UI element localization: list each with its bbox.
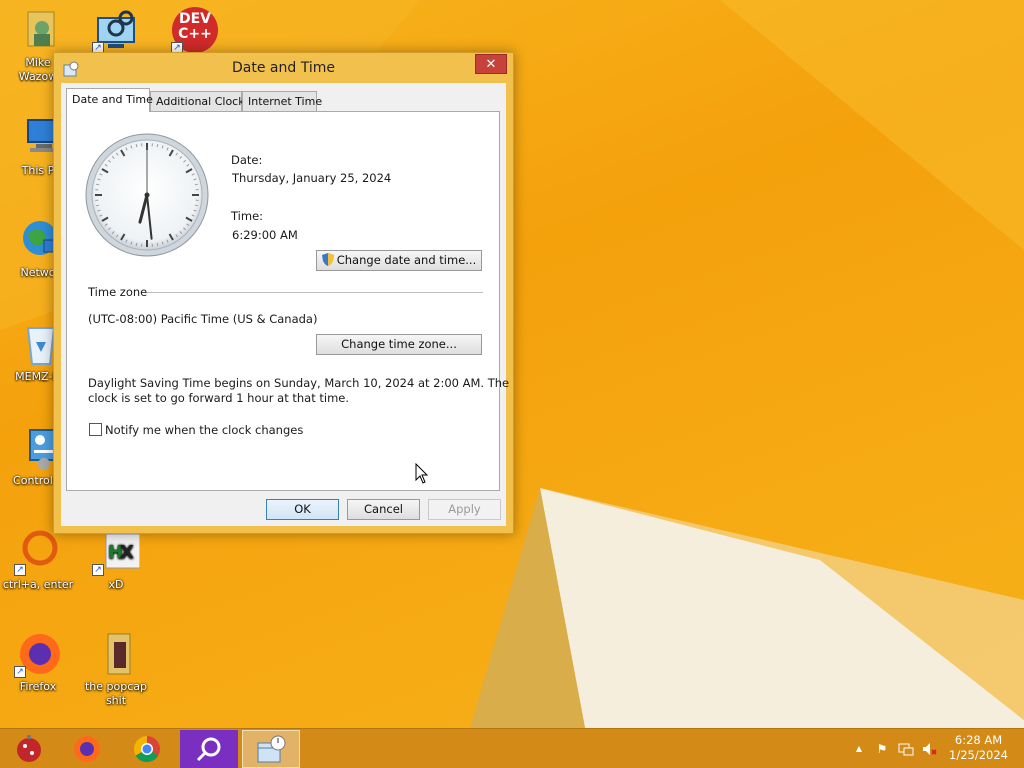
desktop-icon-xd[interactable]: HX ↗ xD: [76, 528, 156, 592]
taskbar-button-datetime[interactable]: [242, 730, 300, 768]
ring-shortcut-icon: ↗: [14, 528, 62, 576]
dialog-title: Date and Time: [232, 60, 335, 76]
change-date-time-label: Change date and time...: [336, 253, 477, 267]
desktop-icon-settings-computer[interactable]: ↗: [76, 6, 156, 56]
clock-minute-tick: [96, 183, 100, 186]
date-label: Date:: [231, 153, 263, 167]
dst-notice-line-2: clock is set to go forward 1 hour at tha…: [88, 391, 350, 405]
dst-notice-line-1: Daylight Saving Time begins on Sunday, M…: [88, 376, 510, 390]
ok-button[interactable]: OK: [266, 499, 339, 520]
taskbar-clock[interactable]: 6:28 AM 1/25/2024: [949, 733, 1008, 763]
analog-clock: [85, 133, 209, 257]
uac-shield-icon: [321, 253, 334, 266]
shortcut-arrow-icon: ↗: [14, 666, 26, 678]
taskbar: ▲ ⚑ 6:28 AM 1/25/2024: [0, 728, 1024, 768]
time-value: 6:29:00 AM: [232, 228, 298, 242]
apply-button[interactable]: Apply: [428, 499, 501, 520]
svg-text:X: X: [120, 542, 134, 563]
change-date-time-button[interactable]: Change date and time...: [316, 250, 482, 271]
clock-minute-tick: [156, 242, 159, 246]
clock-minute-tick: [96, 204, 100, 207]
shortcut-arrow-icon: ↗: [14, 564, 26, 576]
desktop-icon-devcpp[interactable]: DEV C++ ↗: [155, 6, 235, 56]
dialog-body: Date and Time Additional Clocks Internet…: [61, 83, 509, 526]
clock-minute-tick: [194, 204, 198, 207]
clock-minute-tick: [135, 242, 138, 246]
shortcut-arrow-icon: ↗: [92, 564, 104, 576]
clock-minute-tick: [135, 144, 138, 148]
clock-minute-tick: [156, 144, 159, 148]
taskbar-button-magnifier[interactable]: [180, 730, 238, 768]
date-and-time-dialog: Date and Time ✕ Date and Time Additional…: [53, 52, 514, 534]
dev-cpp-icon: DEV C++ ↗: [171, 6, 219, 54]
date-time-panel: Date: Thursday, January 25, 2024 Time: 6…: [66, 111, 509, 491]
time-zone-value: (UTC-08:00) Pacific Time (US & Canada): [88, 312, 318, 326]
hxd-icon: HX ↗: [92, 528, 141, 576]
desktop-icon-ctrl-a-enter[interactable]: ↗ ctrl+a, enter: [0, 528, 78, 592]
change-time-zone-button[interactable]: Change time zone...: [316, 334, 482, 355]
desktop-icon-label: ctrl+a, enter: [2, 578, 74, 591]
desktop-icon-popcap-folder[interactable]: the popcap shit: [76, 630, 156, 708]
time-zone-header: Time zone: [88, 285, 148, 299]
show-hidden-icons-button[interactable]: ▲: [851, 741, 867, 757]
folder-icon: [92, 630, 140, 678]
desktop-icon-label: Firefox: [19, 680, 57, 693]
chrome-taskbar-icon: [133, 735, 160, 763]
datetime-taskbar-icon: [257, 735, 286, 763]
taskbar-button-ornament[interactable]: [0, 730, 58, 768]
close-button[interactable]: ✕: [475, 54, 507, 74]
user-folder-icon: [14, 6, 62, 54]
tab-additional-clocks[interactable]: Additional Clocks: [150, 91, 250, 111]
dialog-titlebar[interactable]: Date and Time ✕: [54, 53, 513, 83]
time-label: Time:: [231, 209, 264, 223]
dev-cpp-badge: DEV C++: [178, 11, 212, 42]
volume-muted-icon[interactable]: [921, 741, 937, 757]
firefox-icon: ↗: [14, 630, 62, 678]
network-tray-icon[interactable]: [898, 741, 914, 757]
desktop-icon-firefox[interactable]: ↗ Firefox: [0, 630, 78, 694]
magnifier-taskbar-icon: [180, 730, 238, 768]
mouse-cursor-icon: [415, 463, 429, 484]
notify-label[interactable]: Notify me when the clock changes: [105, 423, 303, 437]
taskbar-time: 6:28 AM: [954, 733, 1003, 747]
clock-minute-tick: [194, 183, 198, 186]
taskbar-button-chrome[interactable]: [118, 730, 176, 768]
desktop-icon-label: the popcap shit: [84, 680, 147, 707]
notify-checkbox[interactable]: [89, 423, 102, 436]
desktop-icon-label: xD: [108, 578, 124, 591]
taskbar-date: 1/25/2024: [949, 748, 1008, 762]
taskbar-button-firefox[interactable]: [58, 730, 116, 768]
action-center-flag-icon[interactable]: ⚑: [874, 741, 890, 757]
tab-date-and-time[interactable]: Date and Time: [66, 88, 153, 112]
settings-computer-icon: ↗: [92, 6, 140, 54]
date-value: Thursday, January 25, 2024: [232, 171, 392, 185]
time-zone-divider: [147, 292, 483, 293]
cancel-button[interactable]: Cancel: [347, 499, 420, 520]
ornament-app-icon: [17, 735, 41, 762]
tab-internet-time[interactable]: Internet Time: [242, 91, 322, 111]
firefox-taskbar-icon: [74, 736, 100, 762]
